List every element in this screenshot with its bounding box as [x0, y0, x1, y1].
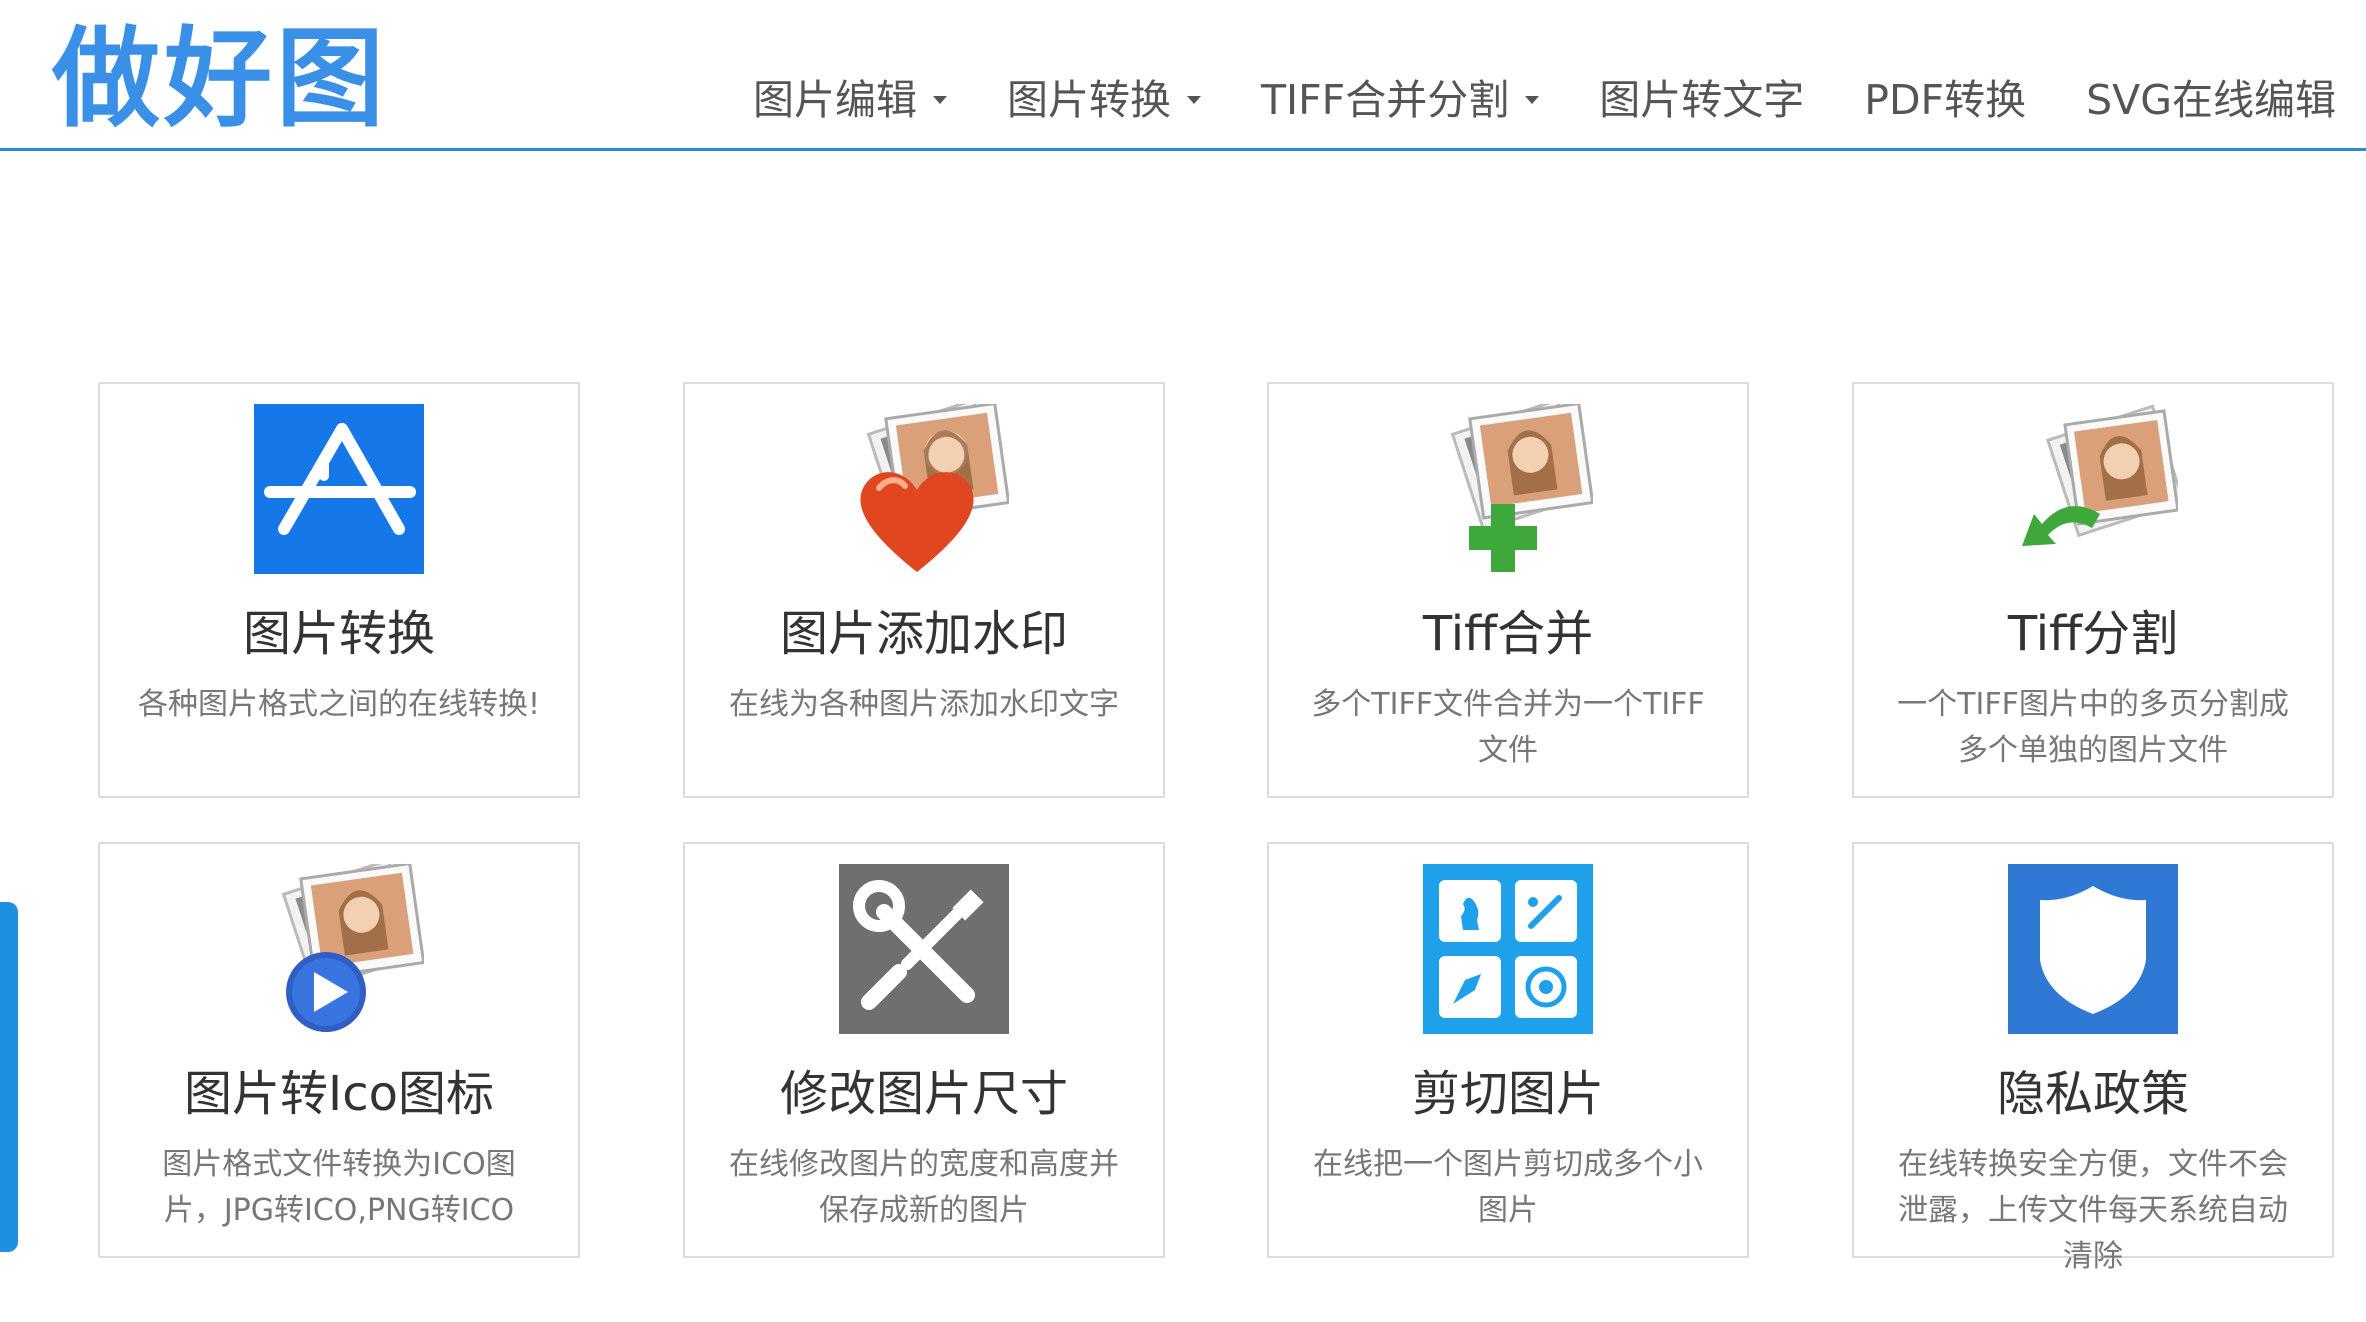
nav-image-edit[interactable]: 图片编辑: [753, 60, 947, 140]
nav-label: TIFF合并分割: [1260, 76, 1510, 124]
card-image-to-ico[interactable]: 图片转Ico图标 图片格式文件转换为ICO图片，JPG转ICO,PNG转ICO: [98, 842, 580, 1258]
tools-icon: [839, 864, 1009, 1034]
photo-plus-icon: [1450, 404, 1593, 572]
photo-play-icon: [281, 864, 424, 1032]
nav-tiff-merge-split[interactable]: TIFF合并分割: [1260, 60, 1540, 140]
crop-tiles-icon: [1423, 864, 1593, 1034]
card-title: 剪切图片: [1411, 1066, 1604, 1122]
card-privacy-policy[interactable]: 隐私政策 在线转换安全方便，文件不会泄露，上传文件每天系统自动清除: [1852, 842, 2334, 1274]
card-resize-image[interactable]: 修改图片尺寸 在线修改图片的宽度和高度并保存成新的图片: [683, 842, 1165, 1258]
nav-pdf-convert[interactable]: PDF转换: [1864, 60, 2026, 140]
card-image-convert[interactable]: 图片转换 各种图片格式之间的在线转换!: [98, 382, 580, 798]
nav-label: 图片转换: [1006, 76, 1171, 124]
card-title: 图片转换: [242, 606, 435, 662]
nav-image-to-text[interactable]: 图片转文字: [1599, 60, 1804, 140]
card-desc: 多个TIFF文件合并为一个TIFF文件: [1311, 687, 1705, 768]
header: 做好图 图片编辑 图片转换 TIFF合并分割 图片转文字 PDF转换 SVG在线…: [0, 0, 2366, 151]
card-title: Tiff分割: [2007, 606, 2179, 662]
card-crop-image[interactable]: 剪切图片 在线把一个图片剪切成多个小图片: [1267, 842, 1749, 1258]
card-title: 隐私政策: [1996, 1066, 2189, 1122]
nav-label: PDF转换: [1864, 76, 2027, 124]
caret-down-icon: [932, 96, 947, 104]
card-title: 修改图片尺寸: [779, 1066, 1068, 1122]
side-contact-tab[interactable]: [0, 902, 18, 1252]
photo-split-icon: [2022, 404, 2178, 546]
photo-heart-icon: [860, 404, 1009, 572]
nav-svg-edit[interactable]: SVG在线编辑: [2086, 60, 2336, 140]
card-title: 图片转Ico图标: [184, 1066, 494, 1122]
card-desc: 在线转换安全方便，文件不会泄露，上传文件每天系统自动清除: [1898, 1147, 2288, 1274]
shield-icon: [2008, 864, 2178, 1034]
card-desc: 各种图片格式之间的在线转换!: [137, 687, 541, 722]
card-tiff-merge[interactable]: Tiff合并 多个TIFF文件合并为一个TIFF文件: [1267, 382, 1749, 798]
card-desc: 在线把一个图片剪切成多个小图片: [1313, 1147, 1703, 1228]
site-logo[interactable]: 做好图: [52, 14, 388, 144]
caret-down-icon: [1186, 96, 1201, 104]
card-desc: 图片格式文件转换为ICO图片，JPG转ICO,PNG转ICO: [162, 1147, 516, 1228]
nav-image-convert[interactable]: 图片转换: [1007, 60, 1201, 140]
caret-down-icon: [1525, 96, 1540, 104]
card-tiff-split[interactable]: Tiff分割 一个TIFF图片中的多页分割成多个单独的图片文件: [1852, 382, 2334, 798]
nav-label: SVG在线编辑: [2086, 76, 2336, 124]
card-title: 图片添加水印: [779, 606, 1068, 662]
card-title: Tiff合并: [1422, 606, 1594, 662]
main-nav: 图片编辑 图片转换 TIFF合并分割 图片转文字 PDF转换 SVG在线编辑: [693, 60, 2336, 140]
card-desc: 在线为各种图片添加水印文字: [729, 687, 1119, 722]
card-watermark[interactable]: 图片添加水印 在线为各种图片添加水印文字: [683, 382, 1165, 798]
card-desc: 在线修改图片的宽度和高度并保存成新的图片: [729, 1147, 1119, 1228]
nav-label: 图片编辑: [752, 76, 917, 124]
card-desc: 一个TIFF图片中的多页分割成多个单独的图片文件: [1897, 687, 2289, 768]
app-store-icon: [254, 404, 424, 574]
nav-label: 图片转文字: [1599, 76, 1805, 124]
